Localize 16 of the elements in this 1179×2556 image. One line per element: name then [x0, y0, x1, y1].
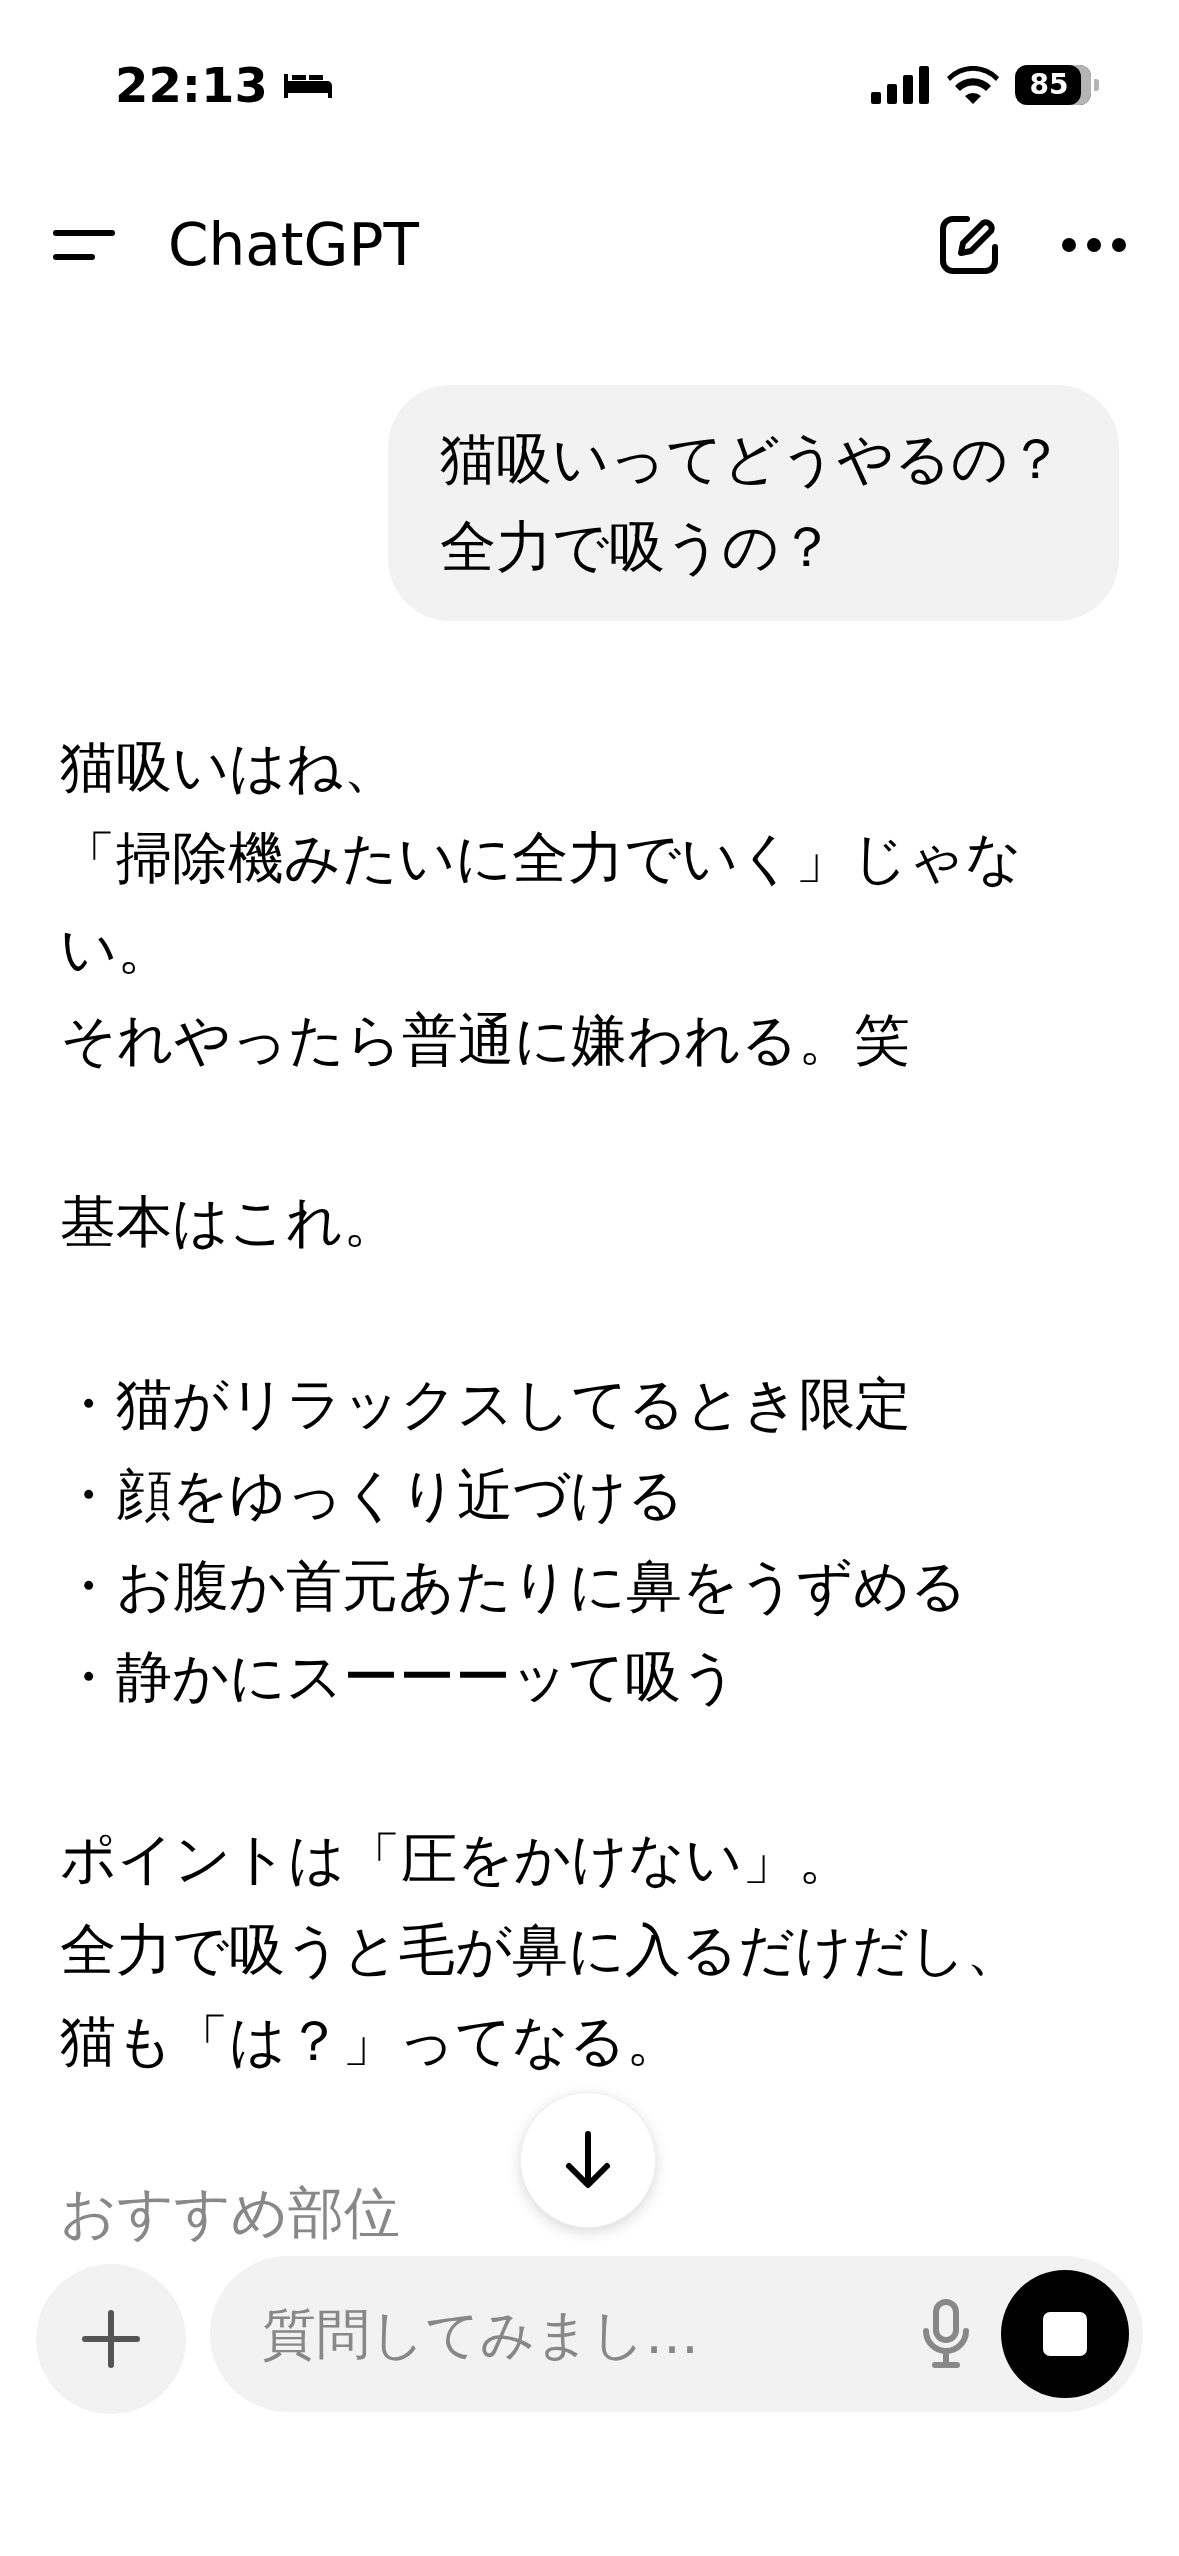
message-text: ・顔をゆっくり近づける [60, 1461, 685, 1529]
message-text: 全力で吸うと毛が鼻に入るだけだし、猫も「は？」ってなる。 [60, 1916, 1023, 2075]
message-text: ・お腹か首元あたりに鼻をうずめる [60, 1552, 968, 1620]
message-text: ・静かにスーーーッて吸う [60, 1643, 739, 1711]
app-title: ChatGPT [168, 211, 419, 279]
message-field[interactable]: 質問してみまし… [210, 2256, 1143, 2412]
message-text: 「掃除機みたいに全力でいく」じゃない。 [60, 824, 1023, 983]
user-message: 猫吸いってどうやるの？全力で吸うの？ [387, 385, 1119, 621]
message-text: 猫吸いはね、 [60, 733, 400, 801]
status-time: 22:13 [115, 57, 268, 113]
message-input[interactable]: 質問してみまし… [260, 2301, 891, 2367]
message-text: それやったら普通に嫌われる。笑 [60, 1006, 911, 1074]
message-text: ・猫がリラックスしてるとき限定 [60, 1370, 912, 1438]
section-heading: おすすめ部位 [60, 2179, 401, 2247]
message-text: 基本はこれ。 [60, 1188, 400, 1256]
message-text: ポイントは「圧をかけない」。 [60, 1825, 855, 1893]
